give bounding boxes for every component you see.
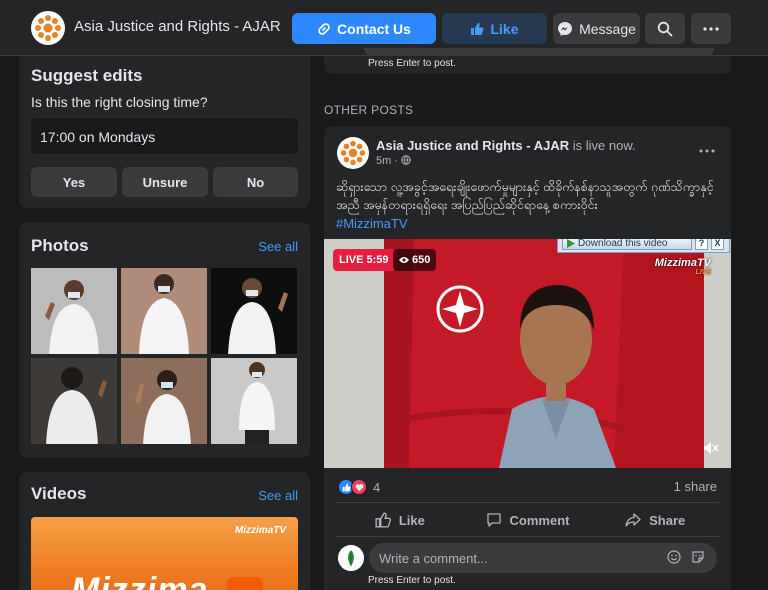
video-brand-name: MizzimaTV	[654, 257, 711, 269]
video-thumbnail[interactable]: MizzimaTV Mizzima	[31, 517, 298, 590]
post-live-status: is live now.	[572, 138, 636, 153]
eye-icon	[399, 257, 409, 263]
press-enter-hint: Press Enter to post.	[368, 58, 456, 69]
like-page-label: Like	[490, 20, 519, 37]
like-page-button[interactable]: Like	[442, 13, 547, 44]
video-brand-sub: LIVE	[695, 269, 711, 276]
download-video-label: Download this video	[578, 239, 668, 249]
like-post-label: Like	[398, 512, 425, 528]
comment-input[interactable]: Write a comment...	[369, 543, 717, 573]
video-thumb-text: Mizzima	[71, 571, 209, 590]
globe-icon	[401, 155, 411, 165]
messenger-icon	[558, 21, 573, 36]
more-options-button[interactable]	[691, 13, 731, 44]
photos-title: Photos	[31, 236, 89, 255]
download-video-button[interactable]: Download this video	[562, 239, 692, 250]
suggest-edits-question: Is this the right closing time?	[31, 94, 208, 110]
post-author-line: Asia Justice and Rights - AJAR is live n…	[376, 138, 636, 153]
unsure-button[interactable]: Unsure	[122, 167, 208, 197]
photo-thumbnail[interactable]	[31, 358, 117, 444]
emoji-icon[interactable]	[667, 550, 681, 564]
contact-us-label: Contact Us	[337, 20, 411, 37]
post-meta: 5m ·	[376, 155, 411, 167]
broadcast-icon	[227, 577, 263, 590]
love-reaction-icon	[351, 479, 367, 495]
live-video-player[interactable]: LIVE 5:59 650 Download this video ? X Mi…	[324, 239, 731, 468]
other-posts-heading: OTHER POSTS	[324, 103, 414, 117]
closing-time-value: 17:00 on Mondays	[31, 118, 298, 154]
post-author-name[interactable]: Asia Justice and Rights - AJAR	[376, 138, 569, 153]
reaction-count: 4	[373, 479, 381, 495]
thumbs-up-icon	[471, 22, 484, 35]
comment-icon	[486, 513, 501, 527]
photos-see-all-link[interactable]: See all	[258, 239, 298, 254]
divider	[336, 536, 719, 537]
post-options-button[interactable]	[699, 140, 715, 158]
share-icon	[625, 513, 641, 527]
photo-grid	[31, 268, 298, 444]
live-badge: LIVE 5:59	[333, 249, 395, 271]
comment-tools	[667, 550, 705, 564]
photos-card: Photos See all	[19, 222, 310, 458]
photo-thumbnail[interactable]	[121, 358, 207, 444]
suggest-edits-card: Suggest edits Is this the right closing …	[19, 56, 310, 208]
volume-button[interactable]	[703, 441, 719, 458]
post-text: ဆိုရှားသော လူ့အခွင့်အရေးချိုးဖောက်မှုမျာ…	[336, 180, 714, 212]
photo-thumbnail[interactable]	[31, 268, 117, 354]
contact-us-button[interactable]: Contact Us	[292, 13, 436, 44]
photo-thumbnail[interactable]	[211, 358, 297, 444]
comment-label: Comment	[509, 512, 570, 528]
videos-title: Videos	[31, 484, 87, 503]
like-post-button[interactable]: Like	[336, 504, 464, 536]
commenter-avatar[interactable]	[338, 545, 364, 571]
video-brand: MizzimaTV LIVE	[655, 257, 711, 276]
page-logo[interactable]	[31, 11, 65, 45]
link-icon	[318, 22, 330, 35]
photo-thumbnail[interactable]	[121, 268, 207, 354]
previous-comment-input[interactable]	[364, 48, 714, 56]
videos-see-all-link[interactable]: See all	[258, 488, 298, 503]
post-time[interactable]: 5m	[376, 155, 391, 167]
search-button[interactable]	[645, 13, 685, 44]
photo-thumbnail[interactable]	[211, 268, 297, 354]
videos-card: Videos See all MizzimaTV Mizzima	[19, 472, 310, 590]
no-button[interactable]: No	[213, 167, 298, 197]
search-icon	[657, 21, 673, 36]
live-post: Asia Justice and Rights - AJAR is live n…	[324, 126, 731, 590]
sticker-icon[interactable]	[691, 550, 705, 564]
viewer-count-badge: 650	[393, 249, 437, 271]
post-actions: Like Comment Share	[336, 504, 719, 536]
comment-placeholder: Write a comment...	[379, 551, 488, 566]
page-title: Asia Justice and Rights - AJAR	[74, 18, 281, 35]
yes-button[interactable]: Yes	[31, 167, 117, 197]
press-enter-hint: Press Enter to post.	[368, 575, 456, 586]
divider	[336, 502, 719, 503]
post-author-avatar[interactable]	[337, 137, 369, 169]
viewer-count: 650	[412, 254, 431, 266]
previous-post-fragment: Press Enter to post.	[324, 48, 731, 74]
download-toolbar: Download this video ? X	[557, 239, 730, 253]
more-dots-icon	[699, 149, 715, 153]
reaction-summary[interactable]: 4	[338, 479, 380, 495]
more-dots-icon	[703, 26, 719, 31]
share-count[interactable]: 1 share	[674, 479, 717, 494]
post-hashtag[interactable]: #MizzimaTV	[336, 216, 408, 231]
video-thumb-brand: MizzimaTV	[234, 525, 286, 536]
suggest-edits-title: Suggest edits	[31, 66, 143, 85]
message-label: Message	[579, 20, 636, 37]
thumbs-up-outline-icon	[375, 512, 391, 528]
play-icon	[567, 239, 575, 248]
comment-button[interactable]: Comment	[464, 504, 592, 536]
message-button[interactable]: Message	[553, 13, 640, 44]
download-help-button[interactable]: ?	[695, 239, 708, 250]
share-label: Share	[649, 512, 686, 528]
volume-muted-icon	[704, 442, 719, 454]
download-close-button[interactable]: X	[711, 239, 724, 250]
share-button[interactable]: Share	[591, 504, 719, 536]
